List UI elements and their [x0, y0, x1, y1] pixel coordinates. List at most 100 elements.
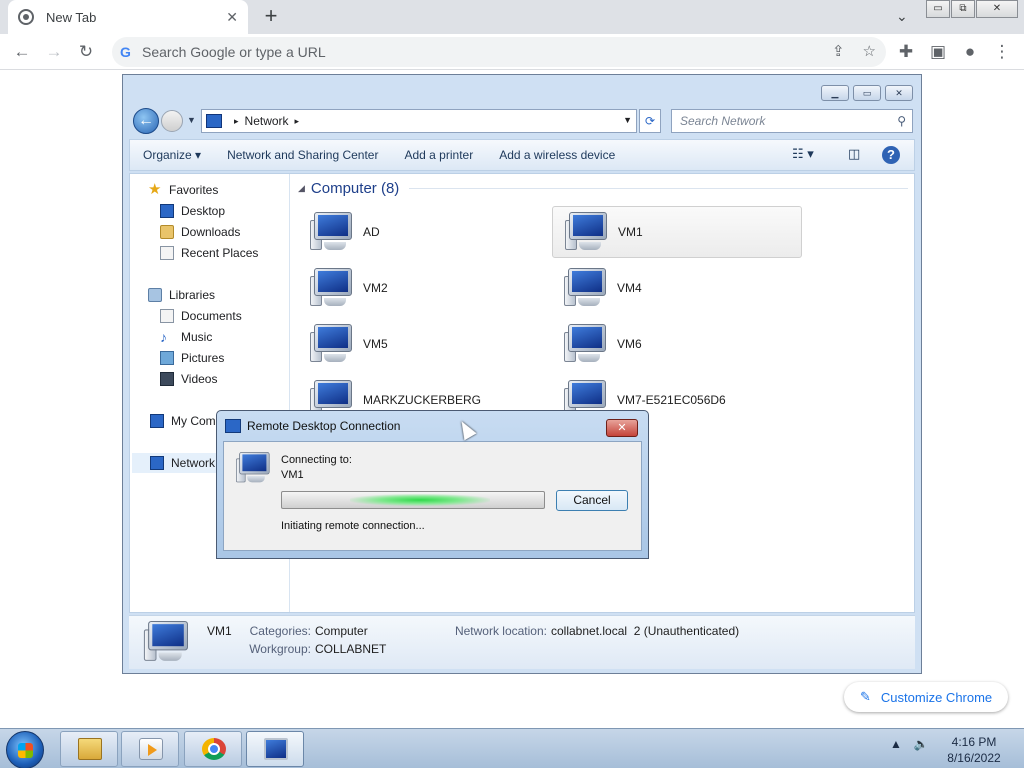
extensions-icon[interactable]: ✚ [894, 40, 918, 64]
side-panel-icon[interactable]: ▣ [926, 40, 950, 64]
tab-search-chevron-icon[interactable]: ⌄ [896, 8, 908, 25]
tab-new-tab[interactable]: New Tab ✕ [8, 0, 248, 34]
star-icon[interactable]: ☆ [863, 42, 876, 60]
nav-recent-places-label: Recent Places [181, 246, 259, 260]
change-view-icon[interactable]: ☷ ▾ [792, 146, 814, 162]
dialog-close-button[interactable]: ✕ [606, 419, 638, 437]
start-button[interactable] [6, 731, 44, 768]
recent-pages-icon[interactable]: ▼ [187, 115, 196, 125]
computer-tile-vm1[interactable]: VM1 [552, 206, 802, 258]
explorer-close-button[interactable]: ✕ [885, 85, 913, 101]
windows-explorer-icon [78, 738, 102, 760]
organize-button[interactable]: Organize ▾ [130, 148, 214, 162]
downloads-icon [160, 225, 174, 239]
nav-favorites[interactable]: ★ Favorites [148, 180, 306, 200]
taskbar-explorer-button[interactable] [60, 731, 118, 767]
media-player-icon [139, 738, 163, 760]
computer-icon [310, 212, 354, 252]
refresh-button[interactable]: ⟳ [639, 109, 661, 133]
details-categories-value: Computer [315, 624, 368, 638]
customize-chrome-button[interactable]: ✎ Customize Chrome [844, 682, 1008, 712]
pictures-icon [160, 351, 174, 365]
tab-title: New Tab [46, 9, 97, 25]
dialog-body: Connecting to: VM1 Cancel Initiating rem… [223, 441, 642, 551]
taskbar-remote-desktop-button[interactable] [246, 731, 304, 767]
nav-videos-label: Videos [181, 372, 218, 386]
breadcrumb-separator-icon[interactable]: ▸ [295, 116, 300, 127]
volume-icon[interactable]: 🔈 [914, 737, 929, 751]
nav-network-label: Network [171, 456, 216, 470]
documents-icon [160, 309, 174, 323]
help-icon[interactable]: ? [882, 146, 900, 164]
computer-tile-ad[interactable]: AD [298, 206, 548, 258]
connecting-to-label: Connecting to: [281, 454, 352, 466]
explorer-maximize-button[interactable]: ▭ [853, 85, 881, 101]
computer-name: VM5 [363, 337, 388, 351]
explorer-forward-button[interactable] [161, 110, 183, 132]
computer-name: VM4 [617, 281, 642, 295]
add-wireless-device-button[interactable]: Add a wireless device [486, 148, 628, 162]
network-sharing-center-button[interactable]: Network and Sharing Center [214, 148, 391, 162]
tab-close-icon[interactable]: ✕ [226, 9, 238, 26]
show-hidden-icons-icon[interactable]: ▲ [890, 737, 902, 751]
window-controls: ▭ ⧉ ✕ [926, 0, 1019, 18]
music-icon: ♪ [160, 329, 167, 345]
nav-libraries[interactable]: Libraries [148, 285, 306, 305]
network-icon [206, 114, 222, 128]
clock-date: 8/16/2022 [947, 751, 1001, 765]
nav-libraries-label: Libraries [169, 288, 216, 302]
forward-icon[interactable]: → [42, 40, 66, 64]
address-dropdown-icon[interactable]: ▼ [623, 115, 632, 125]
videos-icon [160, 372, 174, 386]
minimize-button[interactable]: ▭ [926, 0, 950, 18]
taskbar-chrome-button[interactable] [184, 731, 242, 767]
computer-icon [565, 212, 609, 252]
computer-tile-vm5[interactable]: VM5 [298, 318, 548, 370]
remote-desktop-icon [264, 738, 288, 760]
cancel-button[interactable]: Cancel [556, 490, 628, 511]
omnibox-placeholder: Search Google or type a URL [142, 44, 326, 60]
clock-time: 4:16 PM [951, 735, 997, 749]
system-tray: ▲ 🔈 [890, 737, 929, 751]
back-icon[interactable]: ← [10, 40, 34, 64]
menu-icon[interactable]: ⋮ [990, 40, 1014, 64]
collapse-triangle-icon[interactable]: ◢ [298, 183, 305, 194]
command-bar: Organize ▾ Network and Sharing Center Ad… [129, 139, 915, 171]
dialog-title-bar[interactable]: Remote Desktop Connection [225, 419, 400, 433]
computer-name: VM2 [363, 281, 388, 295]
search-icon: ⚲ [897, 114, 906, 128]
group-title: Computer (8) [310, 180, 400, 197]
explorer-minimize-button[interactable]: ▁ [821, 85, 849, 101]
explorer-window: ▁ ▭ ✕ ← ▼ ▸ Network ▸ ▼ ⟳ Search Network… [122, 74, 922, 674]
chrome-tab-strip: New Tab ✕ + ⌄ ▭ ⧉ ✕ [0, 0, 1024, 34]
profile-icon[interactable]: ● [958, 40, 982, 64]
computer-tile-vm4[interactable]: VM4 [552, 262, 802, 314]
group-header-computer[interactable]: ◢ Computer (8) [298, 180, 908, 197]
restore-button[interactable]: ⧉ [951, 0, 975, 18]
group-divider [409, 188, 908, 189]
preview-pane-icon[interactable]: ◫ [848, 146, 860, 162]
new-tab-button[interactable]: + [258, 4, 284, 30]
computer-tile-vm6[interactable]: VM6 [552, 318, 802, 370]
omnibox[interactable]: G Search Google or type a URL ⇪ ☆ [112, 37, 886, 67]
nav-desktop-label: Desktop [181, 204, 226, 218]
address-bar[interactable]: ▸ Network ▸ ▼ [201, 109, 637, 133]
clock[interactable]: 4:16 PM 8/16/2022 [944, 734, 1004, 766]
share-icon[interactable]: ⇪ [832, 42, 845, 60]
details-computer-name: VM1 [207, 624, 232, 638]
computer-tile-vm2[interactable]: VM2 [298, 262, 548, 314]
add-printer-button[interactable]: Add a printer [391, 148, 486, 162]
chrome-toolbar: ← → ↻ G Search Google or type a URL ⇪ ☆ … [0, 34, 1024, 70]
close-window-button[interactable]: ✕ [976, 0, 1018, 18]
breadcrumb-network[interactable]: Network [245, 114, 289, 128]
star-icon: ★ [148, 181, 162, 198]
computer-icon [310, 268, 354, 308]
taskbar-media-player-button[interactable] [121, 731, 179, 767]
progress-glow [350, 494, 490, 506]
network-icon [150, 456, 164, 470]
search-network-input[interactable]: Search Network ⚲ [671, 109, 913, 133]
breadcrumb-separator-icon[interactable]: ▸ [234, 116, 239, 127]
details-categories-label: Categories: [249, 624, 311, 638]
explorer-back-button[interactable]: ← [133, 108, 159, 134]
reload-icon[interactable]: ↻ [74, 40, 98, 64]
